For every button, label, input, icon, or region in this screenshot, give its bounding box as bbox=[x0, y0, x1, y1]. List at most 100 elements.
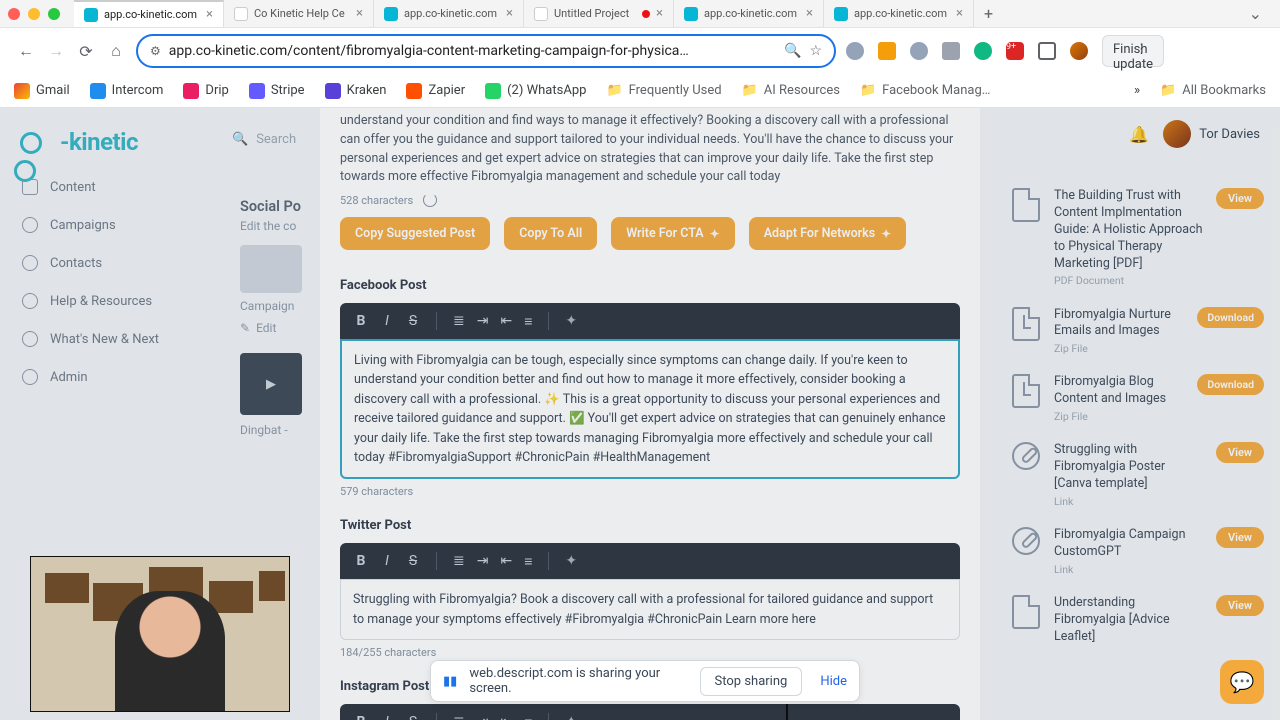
site-info-icon[interactable]: ⚙ bbox=[150, 44, 161, 58]
view-button[interactable]: View bbox=[1216, 527, 1264, 548]
list-button[interactable]: ≣ bbox=[453, 714, 465, 720]
extensions-menu-icon[interactable] bbox=[1038, 42, 1056, 60]
nav-content[interactable]: Content bbox=[0, 170, 232, 204]
zoom-icon[interactable]: 🔍 bbox=[784, 43, 801, 59]
italic-button[interactable]: I bbox=[380, 313, 394, 329]
chat-fab-button[interactable]: 💬 bbox=[1220, 660, 1264, 704]
extension-icon[interactable] bbox=[878, 42, 896, 60]
edit-link[interactable]: ✎Edit bbox=[240, 321, 302, 335]
bell-icon[interactable]: 🔔 bbox=[1129, 125, 1149, 144]
close-tab-icon[interactable]: × bbox=[656, 6, 663, 21]
outdent-button[interactable]: ⇤ bbox=[500, 553, 512, 569]
webcam-overlay[interactable] bbox=[30, 556, 290, 712]
extension-icon[interactable] bbox=[910, 42, 928, 60]
bookmark-folder-frequent[interactable]: 📁 Frequently Used bbox=[606, 83, 721, 98]
home-button[interactable]: ⌂ bbox=[106, 41, 126, 61]
search-input-ghost[interactable]: 🔍Search bbox=[232, 132, 312, 147]
bookmark-folder-fb[interactable]: 📁 Facebook Manag… bbox=[860, 83, 991, 98]
reload-button[interactable]: ⟳ bbox=[76, 42, 96, 61]
minimize-window-button[interactable] bbox=[28, 8, 40, 20]
bookmark-gmail[interactable]: Gmail bbox=[14, 83, 70, 99]
user-menu[interactable]: Tor Davies bbox=[1163, 120, 1260, 148]
strike-button[interactable]: S bbox=[406, 714, 420, 720]
close-tab-icon[interactable]: × bbox=[506, 6, 513, 21]
indent-button[interactable]: ⇥ bbox=[477, 313, 489, 329]
view-button[interactable]: View bbox=[1216, 595, 1264, 616]
write-for-cta-button[interactable]: Write For CTA✦ bbox=[611, 217, 735, 250]
align-button[interactable]: ≡ bbox=[524, 313, 532, 330]
copy-to-all-button[interactable]: Copy To All bbox=[504, 217, 597, 250]
facebook-textarea[interactable]: Living with Fibromyalgia can be tough, e… bbox=[340, 339, 960, 479]
bold-button[interactable]: B bbox=[354, 553, 368, 569]
bookmark-stripe[interactable]: Stripe bbox=[249, 83, 305, 99]
indent-button[interactable]: ⇥ bbox=[477, 714, 489, 720]
browser-tab-4[interactable]: app.co-kinetic.com × bbox=[674, 0, 824, 27]
profile-avatar[interactable] bbox=[1070, 42, 1088, 60]
copy-suggested-button[interactable]: Copy Suggested Post bbox=[340, 217, 490, 250]
bold-button[interactable]: B bbox=[354, 714, 368, 720]
forward-button[interactable]: → bbox=[46, 41, 66, 61]
nav-campaigns[interactable]: Campaigns bbox=[0, 208, 232, 242]
italic-button[interactable]: I bbox=[380, 553, 394, 569]
adapt-networks-button[interactable]: Adapt For Networks✦ bbox=[749, 217, 907, 250]
hide-banner-button[interactable]: Hide bbox=[820, 674, 847, 689]
close-tab-icon[interactable]: × bbox=[956, 6, 963, 21]
close-tab-icon[interactable]: × bbox=[206, 7, 213, 22]
all-bookmarks-button[interactable]: 📁 All Bookmarks bbox=[1160, 83, 1266, 98]
extension-icon[interactable] bbox=[942, 42, 960, 60]
nav-admin[interactable]: Admin bbox=[0, 360, 232, 394]
bookmark-kraken[interactable]: Kraken bbox=[325, 83, 387, 99]
ai-button[interactable]: ✦ bbox=[565, 714, 577, 720]
new-tab-button[interactable]: + bbox=[974, 4, 1003, 23]
view-button[interactable]: View bbox=[1216, 442, 1264, 463]
ai-button[interactable]: ✦ bbox=[565, 553, 577, 569]
bookmark-star-icon[interactable]: ☆ bbox=[809, 43, 822, 59]
stop-sharing-button[interactable]: Stop sharing bbox=[700, 667, 803, 696]
download-button[interactable]: Download bbox=[1197, 374, 1264, 395]
download-button[interactable]: Download bbox=[1197, 307, 1264, 328]
nav-whatsnew[interactable]: What's New & Next bbox=[0, 322, 232, 356]
bookmark-drip[interactable]: Drip bbox=[183, 83, 228, 99]
back-button[interactable]: ← bbox=[16, 41, 36, 61]
app-logo[interactable]: -kinetic bbox=[0, 122, 232, 166]
browser-tab-0[interactable]: app.co-kinetic.com × bbox=[74, 0, 224, 27]
close-tab-icon[interactable]: × bbox=[806, 6, 813, 21]
view-button[interactable]: View bbox=[1216, 188, 1264, 209]
outdent-button[interactable]: ⇤ bbox=[500, 313, 512, 329]
twitter-textarea[interactable]: Struggling with Fibromyalgia? Book a dis… bbox=[340, 579, 960, 640]
strike-button[interactable]: S bbox=[406, 553, 420, 569]
campaign-thumbnail[interactable] bbox=[240, 245, 302, 293]
browser-tab-3[interactable]: Untitled Project × bbox=[524, 0, 674, 27]
nav-contacts[interactable]: Contacts bbox=[0, 246, 232, 280]
bookmarks-overflow-button[interactable]: » bbox=[1134, 83, 1140, 98]
list-button[interactable]: ≣ bbox=[453, 553, 465, 569]
close-tab-icon[interactable]: × bbox=[356, 6, 363, 21]
video-thumbnail[interactable]: ▶ bbox=[240, 353, 302, 415]
browser-tab-1[interactable]: Co Kinetic Help Ce × bbox=[224, 0, 374, 27]
bold-button[interactable]: B bbox=[354, 313, 368, 329]
extension-icon[interactable] bbox=[846, 42, 864, 60]
bookmark-zapier[interactable]: Zapier bbox=[406, 83, 465, 99]
maximize-window-button[interactable] bbox=[48, 8, 60, 20]
align-button[interactable]: ≡ bbox=[524, 553, 532, 570]
align-button[interactable]: ≡ bbox=[524, 714, 532, 720]
list-button[interactable]: ≣ bbox=[453, 313, 465, 329]
nav-help[interactable]: Help & Resources bbox=[0, 284, 232, 318]
outdent-button[interactable]: ⇤ bbox=[500, 714, 512, 720]
finish-update-button[interactable]: Finish update ⋮ bbox=[1102, 35, 1164, 67]
tab-overflow-button[interactable]: ⌄ bbox=[1239, 4, 1272, 23]
ai-button[interactable]: ✦ bbox=[565, 313, 577, 329]
bookmark-whatsapp[interactable]: (2) WhatsApp bbox=[485, 83, 586, 99]
italic-button[interactable]: I bbox=[380, 714, 394, 720]
address-bar[interactable]: ⚙ app.co-kinetic.com/content/fibromyalgi… bbox=[136, 34, 836, 68]
close-window-button[interactable] bbox=[8, 8, 20, 20]
extension-icon[interactable] bbox=[974, 42, 992, 60]
extension-badge[interactable]: 9+ bbox=[1006, 42, 1024, 60]
indent-button[interactable]: ⇥ bbox=[477, 553, 489, 569]
bookmark-intercom[interactable]: Intercom bbox=[90, 83, 164, 99]
bookmark-folder-ai[interactable]: 📁 AI Resources bbox=[742, 83, 840, 98]
strike-button[interactable]: S bbox=[406, 313, 420, 329]
char-count-row: 528 characters bbox=[320, 187, 980, 217]
browser-tab-2[interactable]: app.co-kinetic.com × bbox=[374, 0, 524, 27]
browser-tab-5[interactable]: app.co-kinetic.com × bbox=[824, 0, 974, 27]
